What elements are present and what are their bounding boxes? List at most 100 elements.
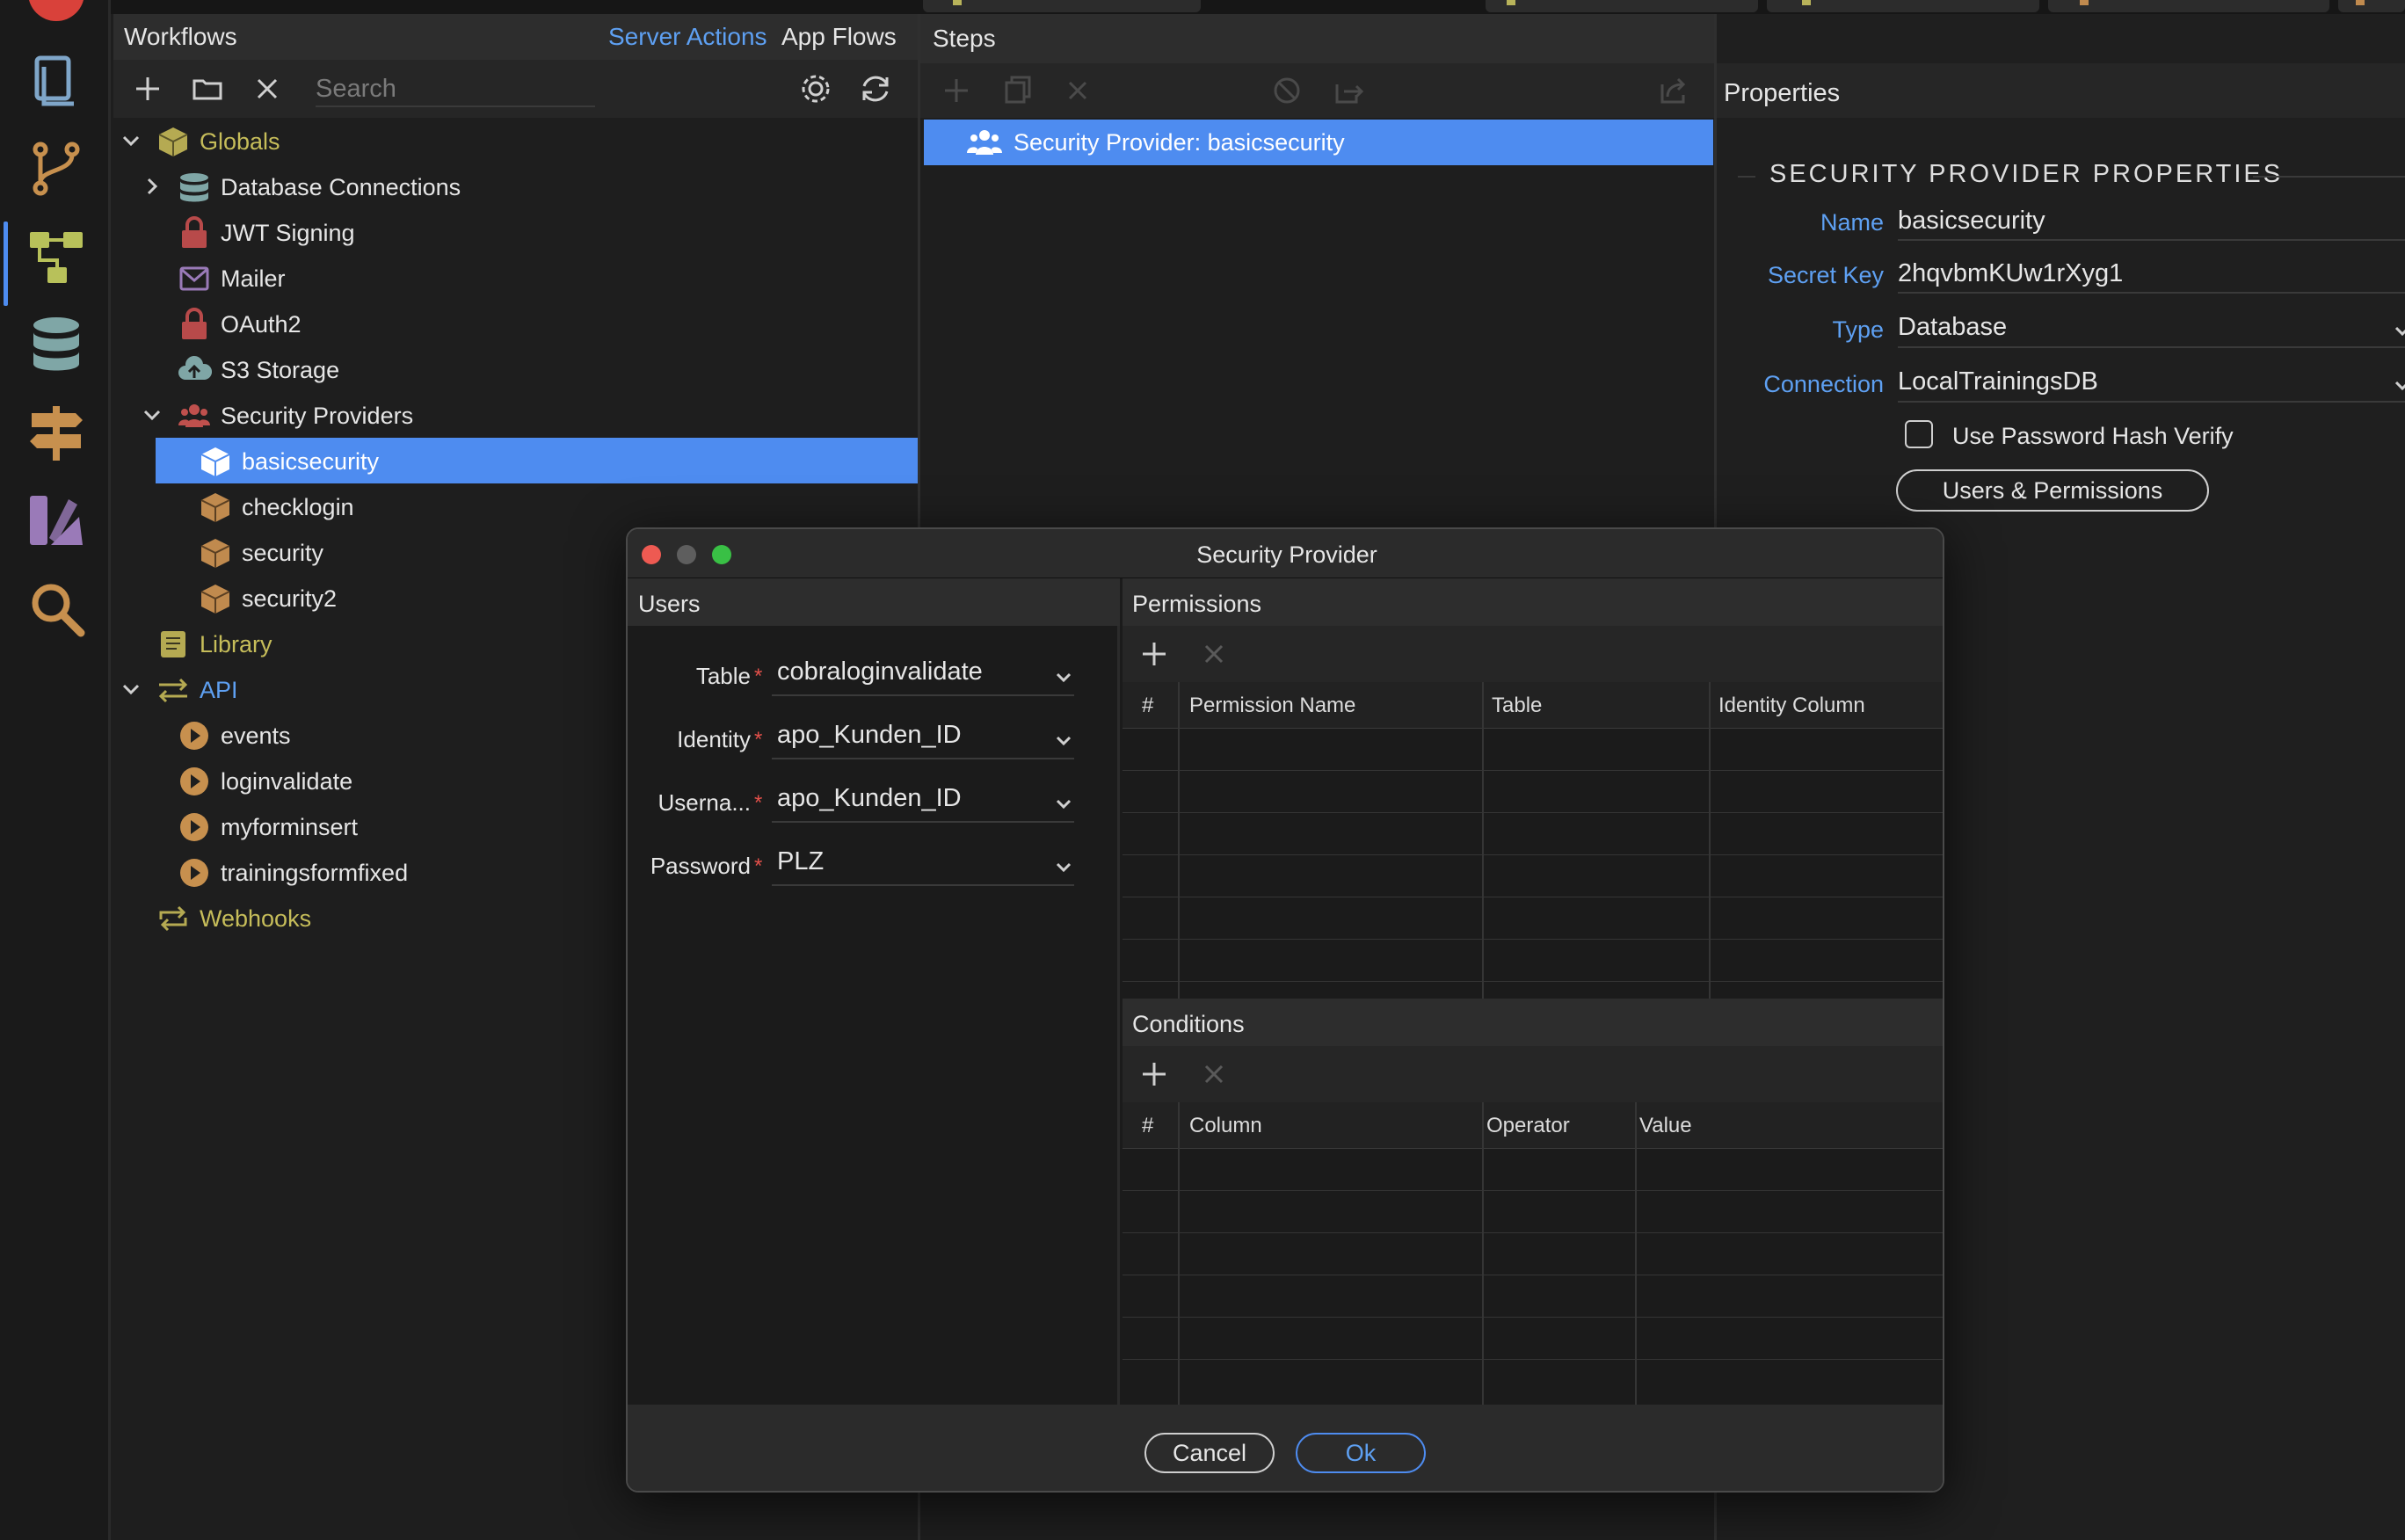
conditions-toolbar [1123, 1046, 1943, 1102]
rail-active-indicator [4, 222, 8, 306]
tree-item-oauth2[interactable]: OAuth2 [113, 301, 918, 346]
cube-icon [156, 125, 191, 158]
username-select[interactable]: apo_Kunden_ID [777, 784, 962, 813]
tree-item-label: S3 Storage [221, 357, 340, 383]
chevron-down-icon[interactable] [2392, 320, 2405, 341]
tree-item-label: Webhooks [200, 905, 312, 932]
tree-item-label: OAuth2 [221, 311, 302, 338]
chevron-down-icon[interactable] [140, 403, 164, 427]
document-tab[interactable] [1767, 0, 2039, 12]
document-tab[interactable] [2048, 0, 2329, 12]
users-permissions-button[interactable]: Users & Permissions [1896, 469, 2209, 512]
username-label: Userna... [658, 789, 752, 816]
chevron-down-icon[interactable] [1053, 793, 1074, 814]
steps-toolbar [920, 63, 1717, 118]
delete-icon[interactable] [1198, 1058, 1230, 1090]
column-header[interactable]: # [1142, 694, 1153, 718]
conditions-title: Conditions [1132, 1011, 1245, 1037]
lock-icon [177, 216, 212, 250]
new-folder-icon[interactable] [185, 67, 229, 111]
chevron-down-icon[interactable] [119, 677, 143, 701]
gear-icon[interactable] [794, 67, 838, 111]
secret-key-field[interactable]: 2hqvbmKUw1rXyg1 [1898, 259, 2123, 288]
add-icon[interactable] [1138, 638, 1170, 670]
column-header[interactable]: Value [1639, 1114, 1692, 1138]
secret-key-label: Secret Key [1767, 262, 1884, 288]
type-select[interactable]: Database [1898, 313, 2007, 342]
column-header[interactable]: Column [1189, 1114, 1262, 1138]
field-underline [772, 694, 1074, 696]
tree-item-label: Security Providers [221, 403, 414, 429]
table-row[interactable] [1123, 1190, 1943, 1191]
refresh-icon[interactable] [854, 67, 897, 111]
chevron-down-icon[interactable] [1053, 730, 1074, 751]
name-field[interactable]: basicsecurity [1898, 207, 2045, 236]
workflows-icon[interactable] [25, 225, 88, 288]
step-security-provider[interactable]: Security Provider: basicsecurity [924, 120, 1713, 165]
chevron-right-icon[interactable] [140, 174, 164, 199]
table-row[interactable] [1123, 812, 1943, 813]
chevron-down-icon[interactable] [1053, 856, 1074, 877]
play-icon [177, 810, 212, 844]
table-select[interactable]: cobraloginvalidate [777, 657, 983, 686]
table-row[interactable] [1123, 939, 1943, 940]
database-icon[interactable] [25, 313, 88, 376]
export-icon[interactable] [1330, 72, 1367, 109]
tree-item-mailer[interactable]: Mailer [113, 255, 918, 301]
delete-icon[interactable] [245, 67, 289, 111]
field-underline [1898, 346, 2405, 348]
add-icon[interactable] [126, 67, 170, 111]
table-row[interactable] [1123, 1317, 1943, 1318]
add-icon[interactable] [938, 72, 975, 109]
table-row[interactable] [1123, 854, 1943, 855]
table-row[interactable] [1123, 981, 1943, 982]
users-icon [177, 399, 212, 432]
tree-item-checklogin[interactable]: checklogin [113, 483, 918, 529]
document-tab[interactable] [923, 0, 1201, 12]
identity-select[interactable]: apo_Kunden_ID [777, 721, 962, 750]
chevron-down-icon[interactable] [1053, 666, 1074, 687]
column-header[interactable]: Identity Column [1718, 694, 1865, 718]
steps-header [920, 14, 1717, 63]
disable-icon[interactable] [1268, 72, 1305, 109]
chevron-down-icon[interactable] [2392, 374, 2405, 396]
table-row[interactable] [1123, 1232, 1943, 1233]
column-header[interactable]: Permission Name [1189, 694, 1355, 718]
share-icon[interactable] [1655, 72, 1692, 109]
tree-item-s3-storage[interactable]: S3 Storage [113, 346, 918, 392]
delete-icon[interactable] [1059, 72, 1096, 109]
tab-server-actions[interactable]: Server Actions [608, 23, 767, 51]
tree-item-globals[interactable]: Globals [113, 118, 918, 163]
tree-item-database-connections[interactable]: Database Connections [113, 163, 918, 209]
cancel-button[interactable]: Cancel [1144, 1433, 1275, 1473]
document-tab[interactable] [2338, 0, 2405, 12]
ok-button[interactable]: Ok [1296, 1433, 1426, 1473]
search-icon[interactable] [25, 577, 88, 640]
table-row[interactable] [1123, 1359, 1943, 1360]
cube-icon [198, 536, 233, 570]
tree-item-label: Database Connections [221, 174, 461, 200]
add-icon[interactable] [1138, 1058, 1170, 1090]
password-select[interactable]: PLZ [777, 847, 824, 876]
design-icon[interactable] [25, 489, 88, 552]
step-label: Security Provider: basicsecurity [1014, 129, 1345, 156]
tab-app-flows[interactable]: App Flows [781, 23, 897, 51]
column-header[interactable]: Operator [1486, 1114, 1570, 1138]
tree-item-basicsecurity[interactable]: basicsecurity [156, 438, 918, 483]
tree-item-jwt-signing[interactable]: JWT Signing [113, 209, 918, 255]
cube-icon [198, 490, 233, 524]
document-tab[interactable] [1486, 0, 1758, 12]
tree-item-security-providers[interactable]: Security Providers [113, 392, 918, 438]
search-input[interactable] [316, 72, 595, 107]
delete-icon[interactable] [1198, 638, 1230, 670]
column-header[interactable]: # [1142, 1114, 1153, 1138]
signpost-icon[interactable] [25, 401, 88, 464]
copy-icon[interactable] [999, 72, 1036, 109]
git-branch-icon[interactable] [25, 137, 88, 200]
chevron-down-icon[interactable] [119, 128, 143, 153]
column-header[interactable]: Table [1492, 694, 1542, 718]
table-row[interactable] [1123, 770, 1943, 771]
connection-select[interactable]: LocalTrainingsDB [1898, 367, 2098, 396]
password-hash-checkbox[interactable] [1905, 420, 1933, 448]
pages-icon[interactable] [25, 49, 88, 113]
